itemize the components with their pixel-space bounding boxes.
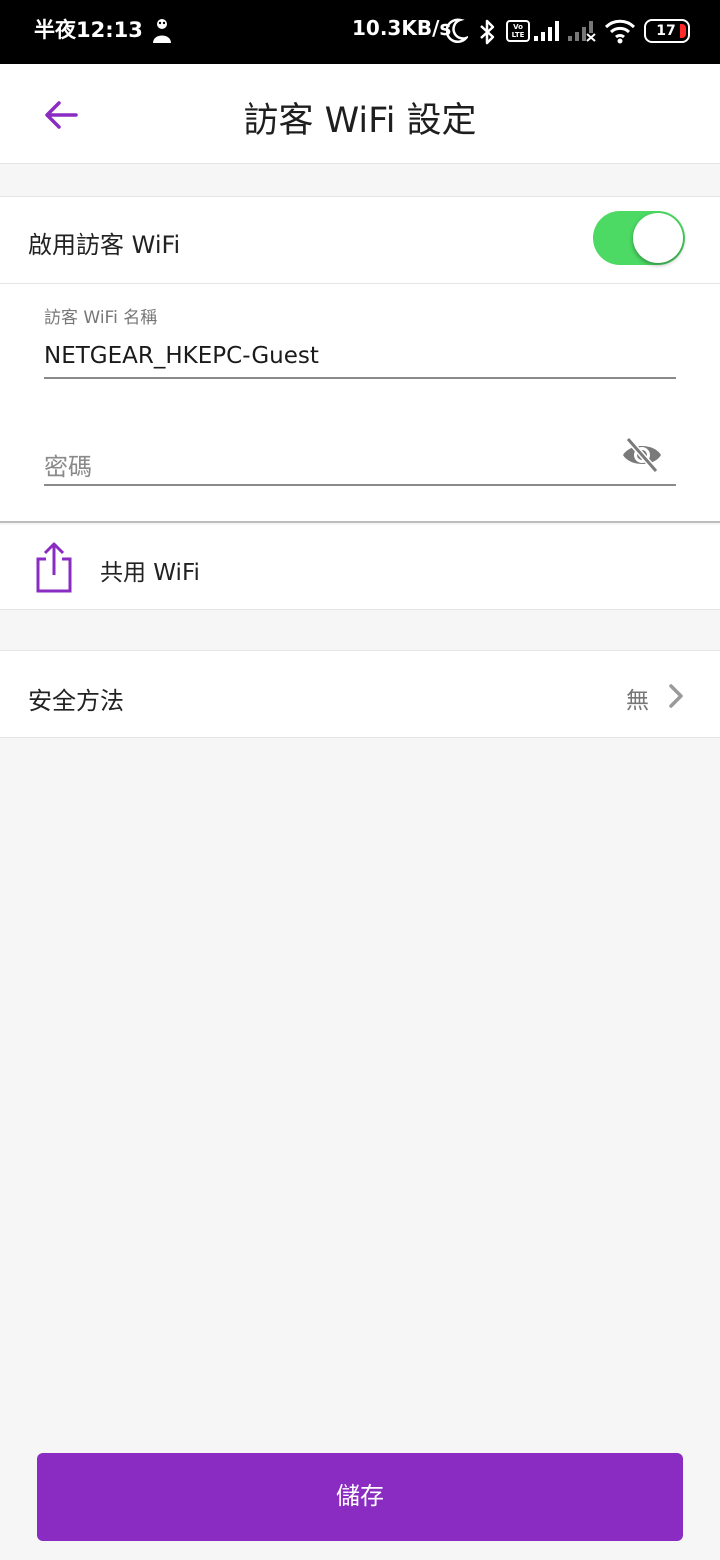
person-icon <box>153 19 171 43</box>
security-method-row[interactable]: 安全方法 無 <box>0 650 720 738</box>
ssid-input[interactable]: NETGEAR_HKEPC-Guest <box>44 343 319 369</box>
signal-no-service-icon <box>568 21 596 42</box>
volte-icon: Vo LTE <box>506 20 530 42</box>
ssid-field-label: 訪客 WiFi 名稱 <box>44 308 158 328</box>
share-wifi-row[interactable]: 共用 WiFi <box>0 525 720 610</box>
app-bar: 訪客 WiFi 設定 <box>0 64 720 164</box>
bluetooth-icon <box>480 19 495 45</box>
password-input-underline <box>44 484 676 486</box>
share-wifi-label: 共用 WiFi <box>100 560 200 586</box>
battery-icon: 17 <box>644 19 690 43</box>
battery-fill <box>680 24 686 38</box>
ssid-input-underline <box>44 377 676 379</box>
share-icon <box>36 542 72 593</box>
status-bar: 半夜12:13 10.3KB/s Vo LTE 17 <box>0 0 720 64</box>
save-button[interactable]: 儲存 <box>37 1453 683 1541</box>
enable-guest-wifi-row: 啟用訪客 WiFi <box>0 197 720 284</box>
chevron-right-icon <box>669 684 683 708</box>
enable-guest-wifi-toggle[interactable] <box>593 209 687 267</box>
moon-icon <box>446 18 468 43</box>
toggle-knob <box>633 213 683 263</box>
password-input[interactable]: 密碼 <box>44 447 92 482</box>
wifi-icon <box>604 19 636 44</box>
guest-wifi-settings-card: 啟用訪客 WiFi 訪客 WiFi 名稱 NETGEAR_HKEPC-Guest… <box>0 196 720 523</box>
security-method-label: 安全方法 <box>28 687 124 715</box>
status-time: 半夜12:13 <box>34 18 143 42</box>
network-speed: 10.3KB/s <box>352 16 452 40</box>
eye-off-icon[interactable] <box>620 435 664 475</box>
security-method-value: 無 <box>626 688 649 714</box>
page-title: 訪客 WiFi 設定 <box>243 101 477 141</box>
signal-icon <box>534 21 559 41</box>
enable-guest-wifi-label: 啟用訪客 WiFi <box>28 231 181 259</box>
